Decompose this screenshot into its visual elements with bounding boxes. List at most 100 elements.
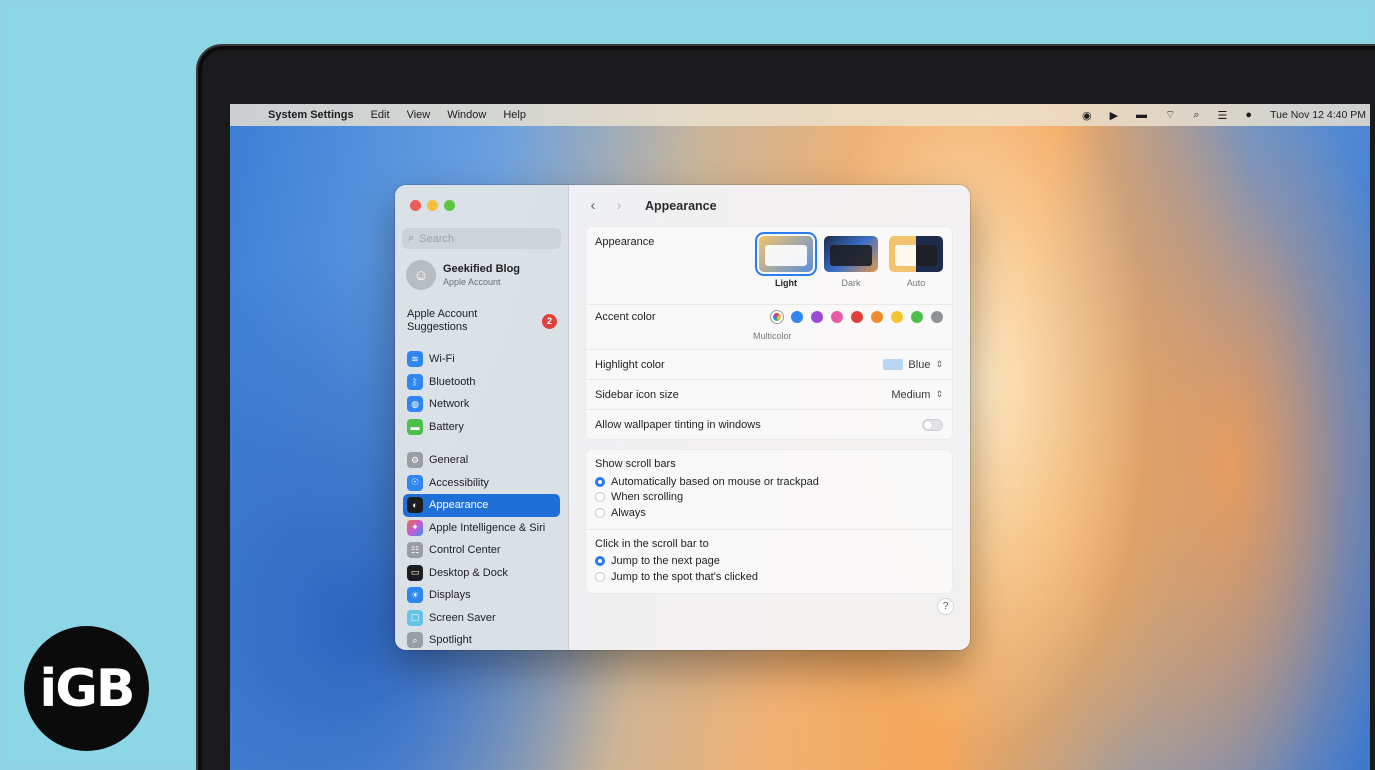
menu-edit[interactable]: Edit xyxy=(371,109,390,121)
spotlight-search-icon[interactable]: ⌕ xyxy=(1193,109,1199,122)
menu-bar: System Settings Edit View Window Help ◉ … xyxy=(230,104,1370,126)
menu-window[interactable]: Window xyxy=(447,109,486,121)
dock-icon: ▭ xyxy=(407,564,423,581)
highlight-color-select[interactable]: Blue ⇕ xyxy=(883,359,943,371)
window-controls xyxy=(410,200,455,211)
sidebar-item-spotlight[interactable]: ⌕ Spotlight xyxy=(403,629,560,650)
siri-status-icon[interactable]: ● xyxy=(1245,109,1252,121)
accent-color-label: Accent color xyxy=(595,311,656,323)
dark-mode-thumbnail xyxy=(824,236,878,272)
sidebar-item-control-center[interactable]: ☷ Control Center xyxy=(403,539,560,562)
accessibility-icon: ☉ xyxy=(407,474,423,491)
appearance-option-label: Light xyxy=(775,278,797,288)
suggestions-badge: 2 xyxy=(542,314,557,329)
show-scroll-bars-block: Show scroll bars Automatically based on … xyxy=(586,450,952,529)
sidebar-item-label: Apple Intelligence & Siri xyxy=(429,521,546,534)
forward-chevron-icon[interactable]: › xyxy=(613,197,625,214)
sidebar-item-appearance[interactable]: ◐ Appearance xyxy=(403,494,560,517)
zoom-window-button[interactable] xyxy=(444,200,455,211)
settings-content: ‹ › Appearance Appearance Light Dark Aut… xyxy=(569,185,970,650)
menu-bar-status-area: ◉ ▶ ▬ ⌔ ⌕ ☰ ● Tue Nov 12 4:40 PM xyxy=(1082,108,1370,122)
highlight-color-row: Highlight color Blue ⇕ xyxy=(586,349,952,379)
appearance-label: Appearance xyxy=(595,236,655,248)
radio-unselected xyxy=(595,492,605,503)
scroll-bars-option-when-scrolling[interactable]: When scrolling xyxy=(595,490,943,506)
accent-swatch-blue[interactable] xyxy=(791,311,803,323)
appearance-settings-group: Appearance Light Dark Auto Accent color … xyxy=(585,226,953,440)
sidebar-icon-size-label: Sidebar icon size xyxy=(595,388,679,401)
accent-swatch-graphite[interactable] xyxy=(931,311,943,323)
sidebar-item-accessibility[interactable]: ☉ Accessibility xyxy=(403,472,560,495)
accent-swatch-yellow[interactable] xyxy=(891,311,903,323)
radio-label: Always xyxy=(611,506,646,519)
radio-unselected xyxy=(595,571,605,582)
close-window-button[interactable] xyxy=(410,200,421,211)
appearance-option-dark[interactable]: Dark xyxy=(824,236,878,288)
wallpaper-tinting-control xyxy=(922,418,943,431)
control-center-status-icon[interactable]: ☰ xyxy=(1218,109,1228,122)
wallpaper-tinting-toggle[interactable] xyxy=(922,418,943,431)
auto-mode-thumbnail xyxy=(889,236,943,272)
appearance-option-label: Dark xyxy=(841,278,861,288)
appearance-icon: ◐ xyxy=(407,497,423,514)
igb-watermark-logo: iGB xyxy=(24,626,149,751)
select-stepper-icon: ⇕ xyxy=(935,359,943,369)
radio-label: When scrolling xyxy=(611,491,684,504)
click-option-next-page[interactable]: Jump to the next page xyxy=(595,554,943,570)
search-input[interactable] xyxy=(419,232,550,245)
sidebar-item-label: Screen Saver xyxy=(429,611,496,624)
scroll-settings-group: Show scroll bars Automatically based on … xyxy=(585,449,953,594)
scroll-bars-option-automatic[interactable]: Automatically based on mouse or trackpad xyxy=(595,474,943,490)
click-option-spot-clicked[interactable]: Jump to the spot that's clicked xyxy=(595,569,943,585)
menu-system-settings[interactable]: System Settings xyxy=(268,109,354,121)
screen-recording-icon[interactable]: ◉ xyxy=(1082,109,1092,122)
account-suggestions-label: Apple Account Suggestions xyxy=(407,308,478,333)
sidebar-item-label: General xyxy=(429,454,469,467)
sidebar-icon-size-select[interactable]: Medium ⇕ xyxy=(891,389,943,401)
accent-swatch-multicolor[interactable] xyxy=(771,311,783,323)
appearance-option-auto[interactable]: Auto xyxy=(889,236,943,288)
accent-swatch-orange[interactable] xyxy=(871,311,883,323)
click-scroll-bar-label: Click in the scroll bar to xyxy=(595,537,709,550)
sidebar-icon-size-value: Medium xyxy=(891,388,931,401)
sidebar-item-bluetooth[interactable]: ᛒ Bluetooth xyxy=(403,371,560,394)
accent-color-row: Accent color Multicolor xyxy=(586,304,952,349)
sidebar-item-displays[interactable]: ☀ Displays xyxy=(403,584,560,607)
account-name: Geekified Blog xyxy=(443,263,521,275)
radio-selected xyxy=(595,476,605,487)
gear-icon: ⚙ xyxy=(407,452,423,469)
help-button[interactable]: ? xyxy=(937,598,954,615)
wifi-status-icon[interactable]: ⌔ xyxy=(1165,108,1175,122)
accent-swatch-pink[interactable] xyxy=(831,311,843,323)
sidebar-item-apple-intelligence-siri[interactable]: ✦ Apple Intelligence & Siri xyxy=(403,517,560,540)
system-settings-window: ⌕ ☺ Geekified Blog Apple Account Apple A… xyxy=(395,185,970,650)
back-chevron-icon[interactable]: ‹ xyxy=(587,197,599,214)
account-suggestions-item[interactable]: Apple Account Suggestions 2 xyxy=(407,308,557,334)
wifi-icon: ≋ xyxy=(407,351,423,368)
play-icon[interactable]: ▶ xyxy=(1110,109,1118,122)
apple-account-item[interactable]: ☺ Geekified Blog Apple Account xyxy=(406,260,520,290)
bluetooth-icon: ᛒ xyxy=(407,373,423,390)
accent-swatch-green[interactable] xyxy=(911,311,923,323)
radio-selected xyxy=(595,556,605,567)
menu-view[interactable]: View xyxy=(407,109,431,121)
sidebar-item-label: Bluetooth xyxy=(429,375,476,388)
sidebar-item-desktop-dock[interactable]: ▭ Desktop & Dock xyxy=(403,562,560,585)
sidebar-item-wifi[interactable]: ≋ Wi‑Fi xyxy=(403,348,560,371)
scroll-bars-option-always[interactable]: Always xyxy=(595,505,943,521)
accent-swatch-red[interactable] xyxy=(851,311,863,323)
sidebar-item-network[interactable]: ◍ Network xyxy=(403,393,560,416)
highlight-color-chip xyxy=(883,359,904,370)
accent-swatch-purple[interactable] xyxy=(811,311,823,323)
sidebar-item-battery[interactable]: ▬ Battery xyxy=(403,416,560,439)
sidebar-item-general[interactable]: ⚙ General xyxy=(403,449,560,472)
battery-status-icon[interactable]: ▬ xyxy=(1136,109,1147,121)
appearance-option-label: Auto xyxy=(906,278,926,288)
appearance-option-light[interactable]: Light xyxy=(755,232,817,288)
accent-selected-caption: Multicolor xyxy=(753,331,792,341)
sidebar-item-screen-saver[interactable]: ▢ Screen Saver xyxy=(403,607,560,630)
spotlight-icon: ⌕ xyxy=(407,632,423,649)
minimize-window-button[interactable] xyxy=(427,200,438,211)
menu-bar-clock[interactable]: Tue Nov 12 4:40 PM xyxy=(1270,109,1366,121)
menu-help[interactable]: Help xyxy=(503,109,526,121)
